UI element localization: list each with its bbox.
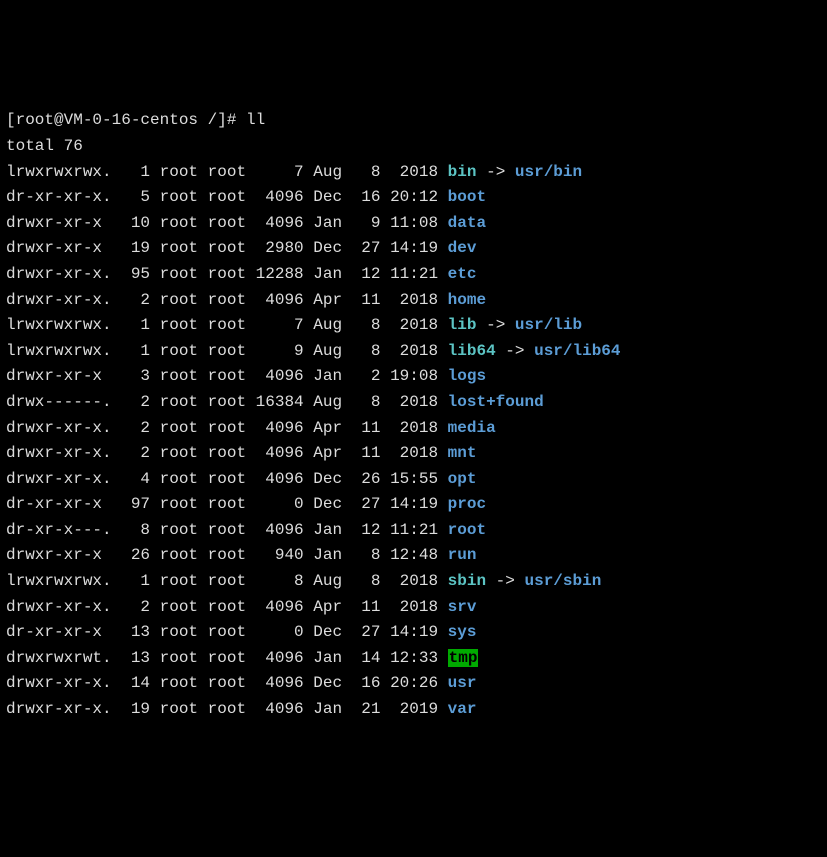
file-row: dr-xr-xr-x 13 root root 0 Dec 27 14:19 s… (6, 620, 821, 646)
file-row: drwxr-xr-x. 2 root root 4096 Apr 11 2018… (6, 441, 821, 467)
file-row: dr-xr-x---. 8 root root 4096 Jan 12 11:2… (6, 518, 821, 544)
file-name: bin (448, 163, 477, 181)
command-text: ll (246, 111, 265, 129)
link-target: usr/bin (515, 163, 582, 181)
file-name: lib64 (448, 342, 496, 360)
file-row: dr-xr-xr-x 97 root root 0 Dec 27 14:19 p… (6, 492, 821, 518)
file-meta: lrwxrwxrwx. 1 root root 7 Aug 8 2018 (6, 316, 448, 334)
file-meta: dr-xr-xr-x. 5 root root 4096 Dec 16 20:1… (6, 188, 448, 206)
file-meta: drwxr-xr-x. 2 root root 4096 Apr 11 2018 (6, 291, 448, 309)
file-row: drwxr-xr-x. 2 root root 4096 Apr 11 2018… (6, 288, 821, 314)
file-row: drwxr-xr-x. 2 root root 4096 Apr 11 2018… (6, 595, 821, 621)
link-arrow: -> (476, 316, 514, 334)
file-row: lrwxrwxrwx. 1 root root 8 Aug 8 2018 sbi… (6, 569, 821, 595)
file-name: data (448, 214, 486, 232)
link-target: usr/sbin (524, 572, 601, 590)
prompt-line[interactable]: [root@VM-0-16-centos /]# ll (6, 108, 821, 134)
file-row: lrwxrwxrwx. 1 root root 7 Aug 8 2018 lib… (6, 313, 821, 339)
file-row: drwxr-xr-x 19 root root 2980 Dec 27 14:1… (6, 236, 821, 262)
file-name: tmp (448, 649, 479, 667)
file-name: sys (448, 623, 477, 641)
file-meta: drwxr-xr-x. 2 root root 4096 Apr 11 2018 (6, 598, 448, 616)
file-name: lost+found (448, 393, 544, 411)
link-target: usr/lib64 (534, 342, 620, 360)
file-meta: drwxr-xr-x. 19 root root 4096 Jan 21 201… (6, 700, 448, 718)
link-arrow: -> (476, 163, 514, 181)
file-meta: lrwxrwxrwx. 1 root root 9 Aug 8 2018 (6, 342, 448, 360)
shell-prompt: [root@VM-0-16-centos /]# (6, 111, 246, 129)
link-arrow: -> (496, 342, 534, 360)
file-name: media (448, 419, 496, 437)
total-line: total 76 (6, 134, 821, 160)
file-row: drwxr-xr-x. 2 root root 4096 Apr 11 2018… (6, 416, 821, 442)
file-meta: drwxr-xr-x. 4 root root 4096 Dec 26 15:5… (6, 470, 448, 488)
file-meta: drwxr-xr-x 10 root root 4096 Jan 9 11:08 (6, 214, 448, 232)
file-row: drwxrwxrwt. 13 root root 4096 Jan 14 12:… (6, 646, 821, 672)
file-row: lrwxrwxrwx. 1 root root 7 Aug 8 2018 bin… (6, 160, 821, 186)
file-name: home (448, 291, 486, 309)
file-name: proc (448, 495, 486, 513)
file-meta: lrwxrwxrwx. 1 root root 7 Aug 8 2018 (6, 163, 448, 181)
file-name: usr (448, 674, 477, 692)
file-name: logs (448, 367, 486, 385)
file-name: root (448, 521, 486, 539)
file-row: lrwxrwxrwx. 1 root root 9 Aug 8 2018 lib… (6, 339, 821, 365)
file-meta: drwxrwxrwt. 13 root root 4096 Jan 14 12:… (6, 649, 448, 667)
file-meta: drwxr-xr-x. 14 root root 4096 Dec 16 20:… (6, 674, 448, 692)
file-meta: drwxr-xr-x 26 root root 940 Jan 8 12:48 (6, 546, 448, 564)
file-meta: drwx------. 2 root root 16384 Aug 8 2018 (6, 393, 448, 411)
file-name: lib (448, 316, 477, 334)
link-arrow: -> (486, 572, 524, 590)
file-row: drwxr-xr-x. 19 root root 4096 Jan 21 201… (6, 697, 821, 723)
file-row: drwxr-xr-x. 4 root root 4096 Dec 26 15:5… (6, 467, 821, 493)
file-name: sbin (448, 572, 486, 590)
file-meta: drwxr-xr-x 19 root root 2980 Dec 27 14:1… (6, 239, 448, 257)
file-meta: drwxr-xr-x. 2 root root 4096 Apr 11 2018 (6, 419, 448, 437)
file-name: run (448, 546, 477, 564)
file-name: mnt (448, 444, 477, 462)
file-meta: dr-xr-x---. 8 root root 4096 Jan 12 11:2… (6, 521, 448, 539)
file-row: drwxr-xr-x. 95 root root 12288 Jan 12 11… (6, 262, 821, 288)
file-name: boot (448, 188, 486, 206)
file-row: drwxr-xr-x 3 root root 4096 Jan 2 19:08 … (6, 364, 821, 390)
file-name: var (448, 700, 477, 718)
file-meta: lrwxrwxrwx. 1 root root 8 Aug 8 2018 (6, 572, 448, 590)
file-meta: dr-xr-xr-x 13 root root 0 Dec 27 14:19 (6, 623, 448, 641)
file-row: drwx------. 2 root root 16384 Aug 8 2018… (6, 390, 821, 416)
file-name: opt (448, 470, 477, 488)
file-name: etc (448, 265, 477, 283)
file-row: dr-xr-xr-x. 5 root root 4096 Dec 16 20:1… (6, 185, 821, 211)
file-meta: dr-xr-xr-x 97 root root 0 Dec 27 14:19 (6, 495, 448, 513)
file-row: drwxr-xr-x 26 root root 940 Jan 8 12:48 … (6, 543, 821, 569)
file-listing: lrwxrwxrwx. 1 root root 7 Aug 8 2018 bin… (6, 160, 821, 723)
file-name: dev (448, 239, 477, 257)
file-row: drwxr-xr-x. 14 root root 4096 Dec 16 20:… (6, 671, 821, 697)
file-name: srv (448, 598, 477, 616)
link-target: usr/lib (515, 316, 582, 334)
file-row: drwxr-xr-x 10 root root 4096 Jan 9 11:08… (6, 211, 821, 237)
file-meta: drwxr-xr-x. 2 root root 4096 Apr 11 2018 (6, 444, 448, 462)
file-meta: drwxr-xr-x. 95 root root 12288 Jan 12 11… (6, 265, 448, 283)
file-meta: drwxr-xr-x 3 root root 4096 Jan 2 19:08 (6, 367, 448, 385)
